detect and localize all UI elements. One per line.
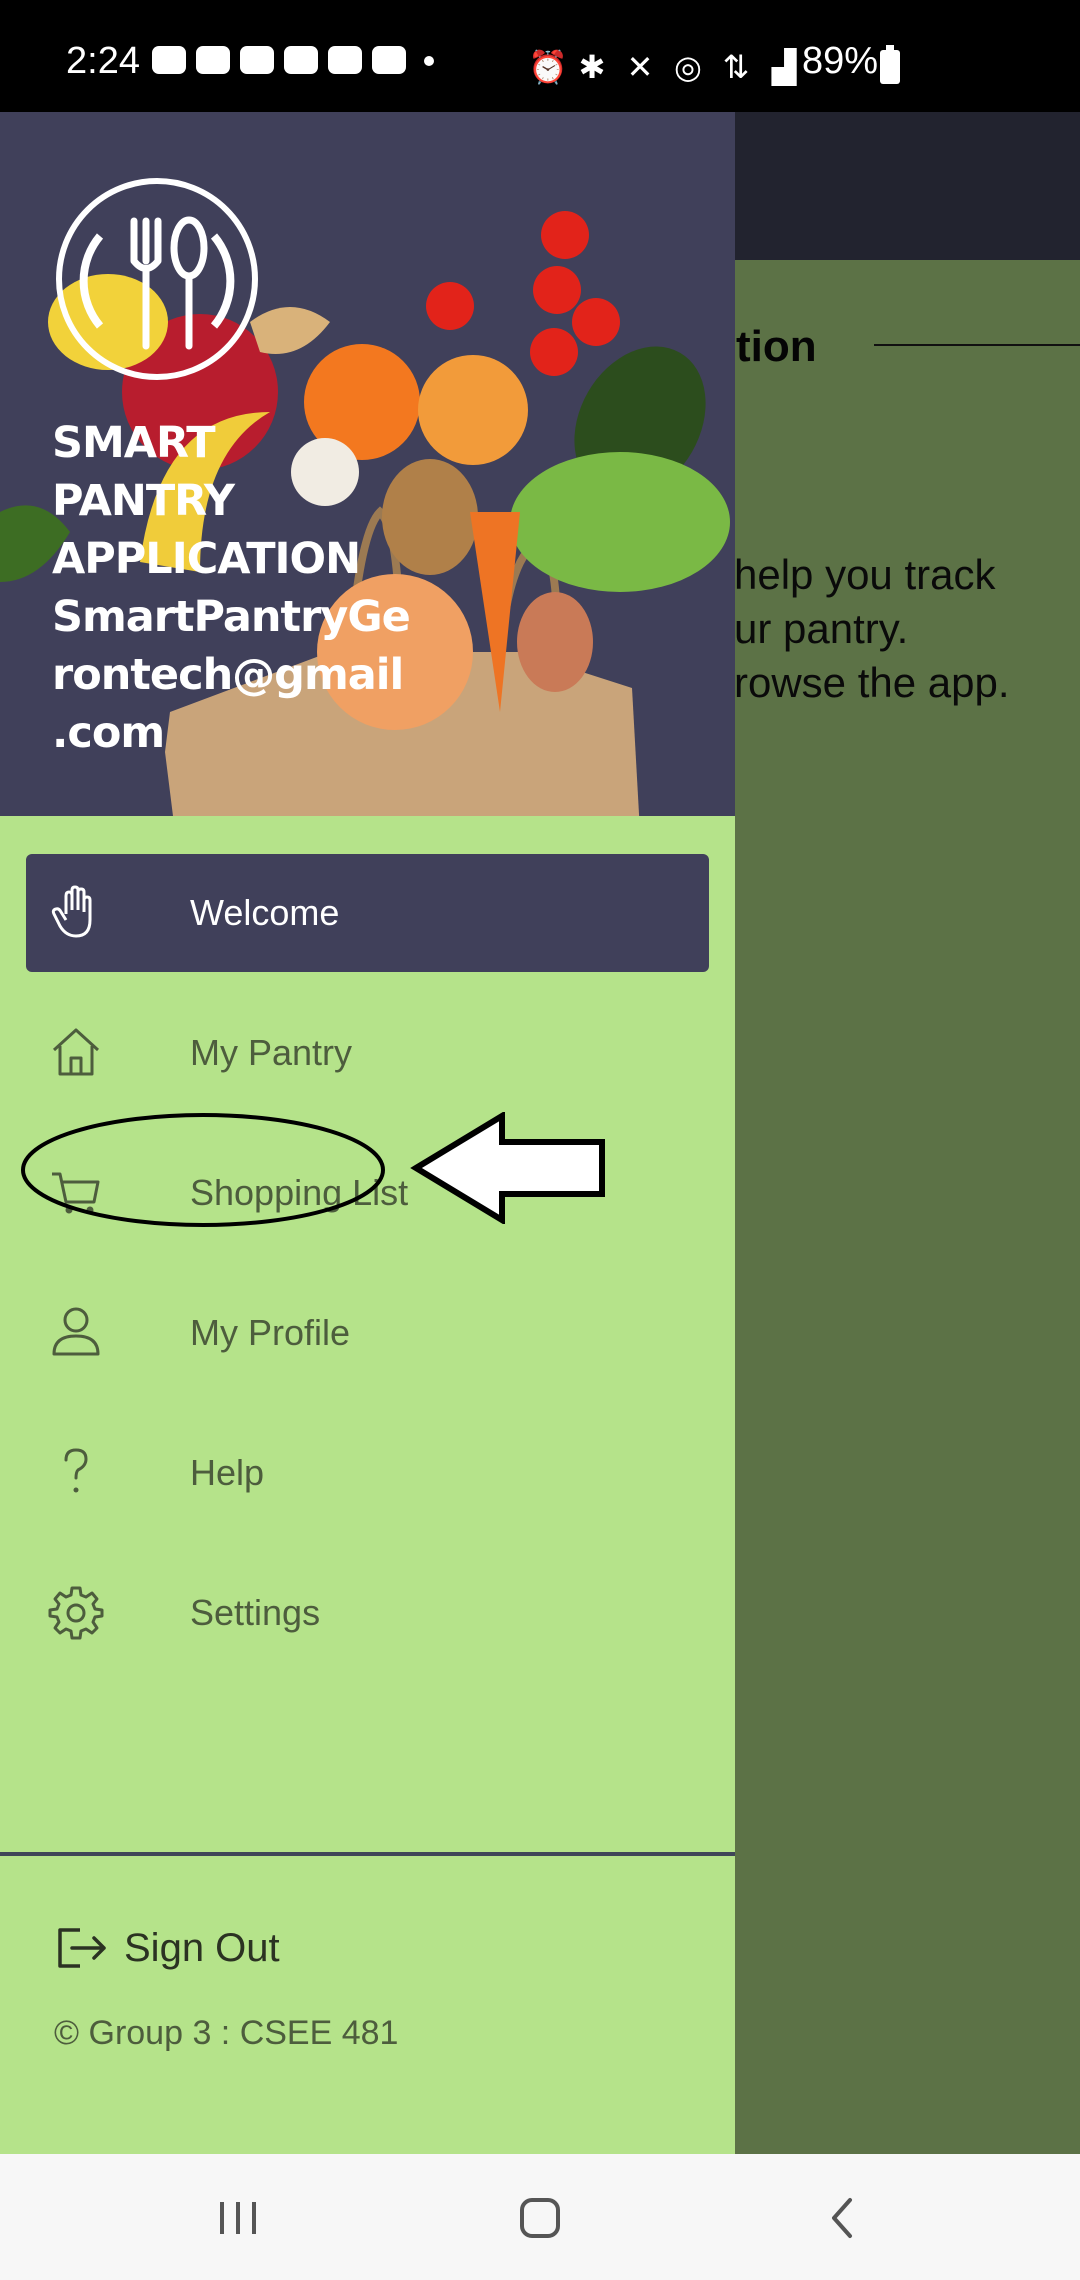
app-title-line: APPLICATION (52, 534, 361, 584)
status-time: 2:24 (66, 40, 140, 82)
hotspot-icon: ◎ (674, 49, 702, 85)
email-line: rontech@gmail (52, 650, 404, 700)
status-bar: 2:24 ⏰ ✱ ✕ ◎ ⇅ ▟ 89% (0, 0, 1080, 112)
recent-apps-button[interactable] (208, 2188, 268, 2248)
sign-out-button[interactable]: Sign Out (54, 1918, 314, 1982)
menu-item-my-profile[interactable]: My Profile (26, 1274, 709, 1392)
person-icon (52, 1307, 100, 1356)
alarm-icon: ⏰ (528, 49, 568, 85)
copyright-footer: © Group 3 : CSEE 481 (54, 2014, 399, 2052)
sign-out-label: Sign Out (124, 1926, 280, 1970)
menu-item-label: Help (190, 1452, 265, 1493)
menu-item-label: Settings (190, 1592, 321, 1633)
discord-icon (196, 46, 230, 74)
more-notifications-icon (424, 56, 434, 66)
bluetooth-icon: ✱ (578, 49, 606, 85)
heading-rule (874, 344, 1080, 346)
email-line: SmartPantryGe (52, 592, 411, 642)
app-title-line: PANTRY (52, 476, 235, 526)
menu-item-label: Welcome (190, 892, 340, 933)
back-button[interactable] (812, 2188, 872, 2248)
menu-item-my-pantry[interactable]: My Pantry (26, 994, 709, 1112)
4g-icon: ⇅ (722, 49, 750, 85)
menu-item-help[interactable]: Help (26, 1414, 709, 1532)
hand-icon (51, 885, 92, 938)
message-icon (152, 46, 186, 74)
discord-icon (240, 46, 274, 74)
notification-icons (152, 46, 434, 74)
question-icon (64, 1448, 88, 1493)
navigation-drawer: SMART PANTRY APPLICATION SmartPantryGe r… (0, 112, 735, 2154)
gear-icon (48, 1586, 104, 1640)
pointer-arrow-icon (410, 1112, 605, 1224)
menu-item-settings[interactable]: Settings (26, 1554, 709, 1672)
sign-out-icon (58, 1928, 106, 1968)
system-icons: ⏰ ✱ ✕ ◎ ⇅ ▟ (528, 48, 800, 85)
drawer-header-text: SMART PANTRY APPLICATION SmartPantryGe r… (52, 414, 411, 762)
welcome-heading: tion (736, 322, 817, 371)
home-button[interactable] (510, 2188, 570, 2248)
app-title-line: SMART (52, 418, 216, 468)
fork-spoon-logo-icon (56, 178, 258, 380)
battery-icon (880, 45, 900, 84)
email-line: .com (52, 708, 165, 758)
welcome-text: help you track ur pantry. rowse the app. (734, 551, 1010, 706)
drawer-divider (0, 1852, 735, 1856)
youtube-icon (328, 46, 362, 74)
drawer-header: SMART PANTRY APPLICATION SmartPantryGe r… (0, 112, 735, 816)
menu-item-label: My Profile (190, 1312, 351, 1353)
highlight-ellipse (21, 1113, 385, 1227)
chat-icon (284, 46, 318, 74)
mute-icon: ✕ (626, 49, 654, 85)
youtube-icon (372, 46, 406, 74)
menu-item-welcome[interactable]: Welcome (26, 854, 709, 972)
system-navigation-bar (0, 2154, 1080, 2280)
home-icon (52, 1028, 100, 1076)
menu-item-label: My Pantry (190, 1032, 353, 1073)
signal-icon: ▟ (771, 49, 797, 85)
battery-percent: 89% (802, 40, 879, 82)
